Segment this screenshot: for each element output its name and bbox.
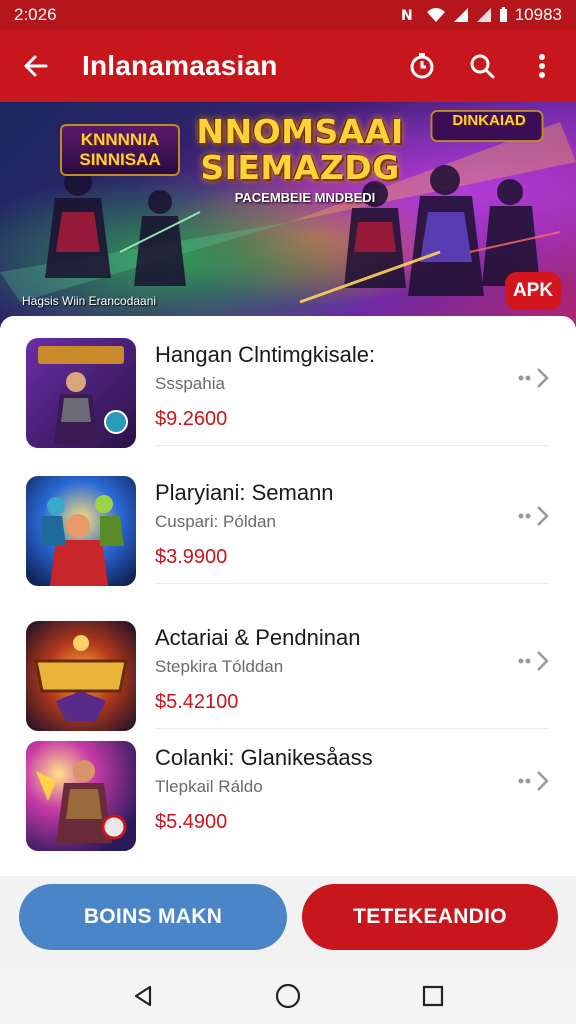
svg-text:N: N bbox=[401, 8, 413, 23]
arrow-left-icon[interactable] bbox=[18, 48, 54, 84]
app-name: Hangan Clntimgkisale: bbox=[155, 342, 376, 367]
chevron-right-icon[interactable] bbox=[516, 366, 552, 390]
nfc-icon: N bbox=[401, 7, 419, 23]
wifi-icon bbox=[426, 7, 446, 23]
divider bbox=[155, 583, 548, 584]
status-time: 2:026 bbox=[14, 5, 57, 24]
chevron-right-icon[interactable] bbox=[516, 649, 552, 673]
banner-caption: Hagsis Wiin Erancodaani bbox=[22, 294, 157, 308]
banner-title-line1: NNOMSAAI bbox=[196, 112, 404, 151]
app-price: $3.9900 bbox=[155, 546, 228, 568]
app-developer: Stepkira Tólddan bbox=[155, 657, 284, 676]
list-item[interactable]: Plaryiani: Semann Cuspari: Póldan $3.990… bbox=[0, 454, 576, 586]
home-circle-icon[interactable] bbox=[268, 976, 308, 1016]
more-vert-icon[interactable] bbox=[526, 50, 558, 82]
app-price: $9.2600 bbox=[155, 408, 228, 430]
list-item[interactable]: Colanki: Glanikesåass Tlepkail Ráldo $5.… bbox=[0, 719, 576, 851]
timer-icon[interactable] bbox=[406, 50, 438, 82]
back-triangle-icon[interactable] bbox=[123, 976, 163, 1016]
banner-logo-right: DINKAIAD bbox=[452, 112, 526, 129]
app-price: $5.42100 bbox=[155, 691, 239, 713]
status-icons: N 10983 bbox=[401, 5, 562, 25]
banner-title-line2: SIEMAZDG bbox=[200, 148, 400, 187]
battery-icon bbox=[499, 7, 508, 23]
app-thumbnail bbox=[26, 741, 136, 851]
chevron-right-icon[interactable] bbox=[516, 769, 552, 793]
signal-icon bbox=[476, 7, 492, 23]
primary-button[interactable]: BOINS MAKN bbox=[19, 884, 287, 950]
apk-badge: APK bbox=[505, 272, 561, 310]
list-item[interactable]: Hangan Clntimgkisale: Ssspahia $9.2600 bbox=[0, 316, 576, 448]
banner-subtitle: PACEMBEIE MNDBEDI bbox=[234, 190, 376, 205]
app-developer: Tlepkail Ráldo bbox=[155, 777, 263, 796]
search-icon[interactable] bbox=[466, 50, 498, 82]
recents-square-icon[interactable] bbox=[413, 976, 453, 1016]
banner-title: NNOMSAAI SIEMAZDG bbox=[190, 114, 410, 186]
product-list: Hangan Clntimgkisale: Ssspahia $9.2600 P… bbox=[0, 316, 576, 876]
app-bar: Inlanamaasian bbox=[0, 30, 576, 102]
app-thumbnail bbox=[26, 338, 136, 448]
app-name: Plaryiani: Semann bbox=[155, 480, 334, 505]
app-thumbnail bbox=[26, 476, 136, 586]
battery-percent: 10983 bbox=[514, 5, 562, 24]
status-bar: 2:026 N 10983 bbox=[0, 0, 576, 30]
app-name: Colanki: Glanikesåass bbox=[155, 745, 373, 770]
app-thumbnail bbox=[26, 621, 136, 731]
divider bbox=[155, 445, 548, 446]
system-nav-bar bbox=[0, 968, 576, 1024]
chevron-right-icon[interactable] bbox=[516, 504, 552, 528]
app-developer: Cuspari: Póldan bbox=[155, 512, 276, 531]
banner-logo-left: KNNNNIA SINNISAA bbox=[60, 124, 180, 176]
list-item[interactable]: Actariai & Pendninan Stepkira Tólddan $5… bbox=[0, 599, 576, 731]
signal-icon bbox=[453, 7, 469, 23]
app-developer: Ssspahia bbox=[155, 374, 225, 393]
app-price: $5.4900 bbox=[155, 811, 228, 833]
app-name: Actariai & Pendninan bbox=[155, 625, 361, 650]
app-bar-actions bbox=[406, 50, 558, 82]
secondary-button[interactable]: TETEKEANDIO bbox=[302, 884, 558, 950]
page-title: Inlanamaasian bbox=[82, 50, 278, 81]
